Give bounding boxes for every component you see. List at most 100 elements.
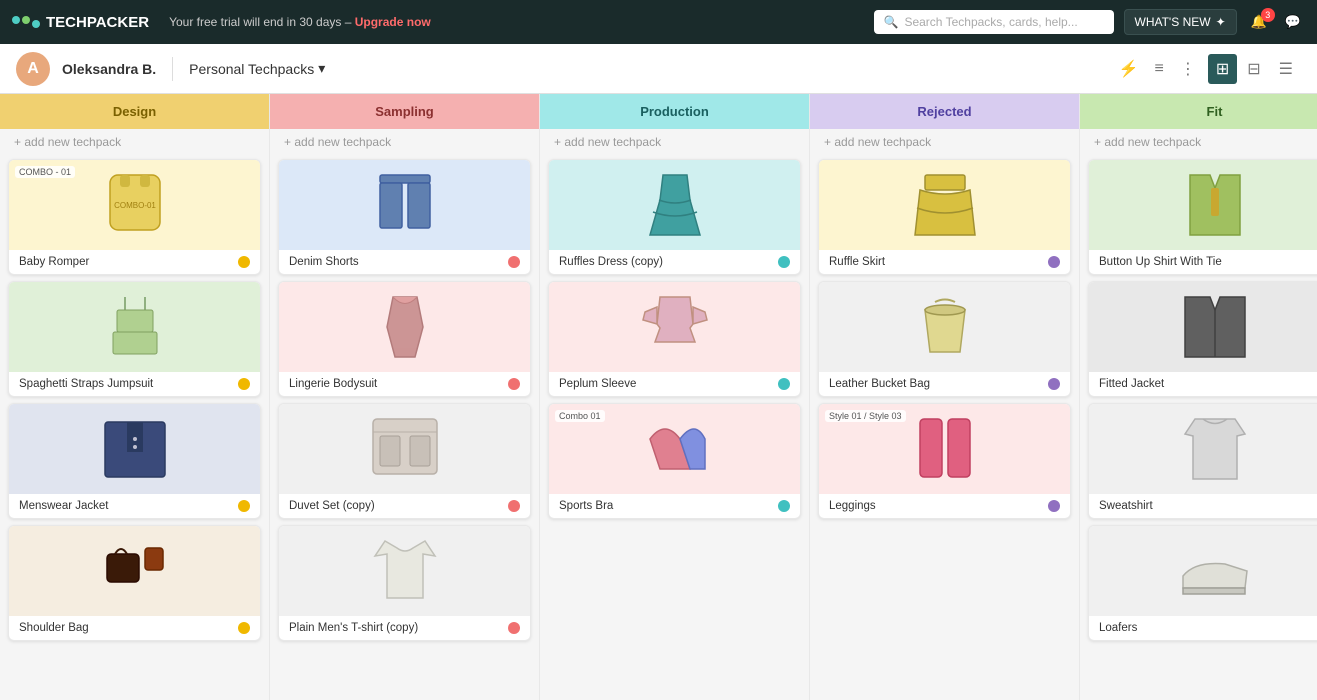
list-item[interactable]: Lingerie Bodysuit — [278, 281, 531, 397]
list-item[interactable]: Spaghetti Straps Jumpsuit — [8, 281, 261, 397]
list-item[interactable]: COMBO - 01COMBO-01Baby Romper — [8, 159, 261, 275]
list-item[interactable]: Fitted Jacket — [1088, 281, 1317, 397]
list-item[interactable]: Denim Shorts — [278, 159, 531, 275]
list-item[interactable]: Style 01 / Style 03 Leggings — [818, 403, 1071, 519]
status-dot — [238, 500, 250, 512]
card-title: Shoulder Bag — [19, 622, 89, 634]
toolbar-icons: ⚡ ≡ ⋮ ⊞ ⊟ ☰ — [1115, 54, 1301, 84]
status-dot — [778, 500, 790, 512]
list-item[interactable]: Shoulder Bag — [8, 525, 261, 641]
column-header-design: Design — [0, 94, 269, 129]
status-dot — [508, 500, 520, 512]
card-image: Style 01 / Style 03 — [819, 404, 1070, 494]
combo-badge: Style 01 / Style 03 — [825, 410, 906, 422]
column-fit: Fit+ add new techpackButton Up Shirt Wit… — [1080, 94, 1317, 700]
card-footer: Ruffles Dress (copy) — [549, 250, 800, 274]
kanban-view-button[interactable]: ⊞ — [1208, 54, 1237, 84]
cards-sampling: Denim Shorts Lingerie Bodysuit Duvet Set (… — [270, 155, 539, 700]
brand-name: TECHPACKER — [46, 14, 149, 31]
status-dot — [778, 256, 790, 268]
status-dot — [508, 378, 520, 390]
list-item[interactable]: Sweatshirt — [1088, 403, 1317, 519]
card-image — [819, 160, 1070, 250]
add-techpack-design[interactable]: + add new techpack — [0, 129, 269, 155]
add-techpack-production[interactable]: + add new techpack — [540, 129, 809, 155]
list-item[interactable]: Loafers — [1088, 525, 1317, 641]
card-title: Baby Romper — [19, 256, 89, 268]
card-title: Loafers — [1099, 622, 1137, 634]
sub-nav: A Oleksandra B. Personal Techpacks ▾ ⚡ ≡… — [0, 44, 1317, 94]
card-title: Lingerie Bodysuit — [289, 378, 377, 390]
status-dot — [238, 256, 250, 268]
kanban-board: Design+ add new techpackCOMBO - 01COMBO-… — [0, 94, 1317, 700]
column-design: Design+ add new techpackCOMBO - 01COMBO-… — [0, 94, 270, 700]
card-title: Sports Bra — [559, 500, 613, 512]
list-item[interactable]: Menswear Jacket — [8, 403, 261, 519]
cards-design: COMBO - 01COMBO-01Baby Romper Spaghetti S… — [0, 155, 269, 700]
card-footer: Peplum Sleeve — [549, 372, 800, 396]
upgrade-link[interactable]: Upgrade now — [355, 15, 431, 29]
add-techpack-rejected[interactable]: + add new techpack — [810, 129, 1079, 155]
card-footer: Leather Bucket Bag — [819, 372, 1070, 396]
list-item[interactable]: Ruffle Skirt — [818, 159, 1071, 275]
card-image — [279, 160, 530, 250]
list-item[interactable]: Leather Bucket Bag — [818, 281, 1071, 397]
nav-divider — [172, 57, 173, 81]
card-title: Leggings — [829, 500, 876, 512]
card-footer: Plain Men's T-shirt (copy) — [279, 616, 530, 640]
card-footer: Spaghetti Straps Jumpsuit — [9, 372, 260, 396]
top-nav: TECHPACKER Your free trial will end in 3… — [0, 0, 1317, 44]
column-header-production: Production — [540, 94, 809, 129]
list-item[interactable]: Ruffles Dress (copy) — [548, 159, 801, 275]
list-item[interactable]: Button Up Shirt With Tie — [1088, 159, 1317, 275]
card-footer: Ruffle Skirt — [819, 250, 1070, 274]
list-item[interactable]: Peplum Sleeve — [548, 281, 801, 397]
card-footer: Sports Bra — [549, 494, 800, 518]
card-title: Leather Bucket Bag — [829, 378, 930, 390]
card-title: Ruffle Skirt — [829, 256, 885, 268]
workspace-selector[interactable]: Personal Techpacks ▾ — [189, 60, 325, 77]
card-image — [9, 282, 260, 372]
card-image — [279, 282, 530, 372]
add-techpack-fit[interactable]: + add new techpack — [1080, 129, 1317, 155]
whats-new-button[interactable]: WHAT'S NEW ✦ — [1124, 9, 1237, 35]
add-techpack-sampling[interactable]: + add new techpack — [270, 129, 539, 155]
notifications-button[interactable]: 🔔 3 — [1247, 10, 1271, 34]
list-item[interactable]: Plain Men's T-shirt (copy) — [278, 525, 531, 641]
card-footer: Loafers — [1089, 616, 1317, 640]
status-dot — [1048, 500, 1060, 512]
card-image — [279, 404, 530, 494]
column-header-rejected: Rejected — [810, 94, 1079, 129]
card-image — [9, 526, 260, 616]
card-footer: Button Up Shirt With Tie — [1089, 250, 1317, 274]
list-item[interactable]: Combo 01 Sports Bra — [548, 403, 801, 519]
card-image — [1089, 526, 1317, 616]
filter-button[interactable]: ⚡ — [1115, 55, 1143, 83]
chevron-down-icon: ▾ — [318, 60, 325, 77]
card-image — [1089, 282, 1317, 372]
brand-logo[interactable]: TECHPACKER — [12, 14, 149, 31]
more-options-button[interactable]: ⋮ — [1176, 55, 1200, 83]
global-search[interactable]: 🔍 Search Techpacks, cards, help... — [874, 10, 1114, 34]
card-image — [9, 404, 260, 494]
avatar[interactable]: A — [16, 52, 50, 86]
card-title: Menswear Jacket — [19, 500, 108, 512]
card-image — [1089, 160, 1317, 250]
list-item[interactable]: Duvet Set (copy) — [278, 403, 531, 519]
grid-view-button[interactable]: ⊟ — [1239, 54, 1268, 84]
card-footer: Baby Romper — [9, 250, 260, 274]
status-dot — [238, 378, 250, 390]
column-rejected: Rejected+ add new techpack Ruffle Skirt Le… — [810, 94, 1080, 700]
card-footer: Shoulder Bag — [9, 616, 260, 640]
list-view-button[interactable]: ☰ — [1271, 54, 1301, 84]
logo-icon — [12, 16, 40, 28]
card-title: Sweatshirt — [1099, 500, 1153, 512]
card-title: Denim Shorts — [289, 256, 359, 268]
card-image — [279, 526, 530, 616]
card-title: Spaghetti Straps Jumpsuit — [19, 378, 153, 390]
column-header-sampling: Sampling — [270, 94, 539, 129]
notification-badge: 3 — [1261, 8, 1275, 22]
card-image: Combo 01 — [549, 404, 800, 494]
sort-button[interactable]: ≡ — [1151, 56, 1168, 82]
messages-button[interactable]: 💬 — [1281, 10, 1305, 34]
